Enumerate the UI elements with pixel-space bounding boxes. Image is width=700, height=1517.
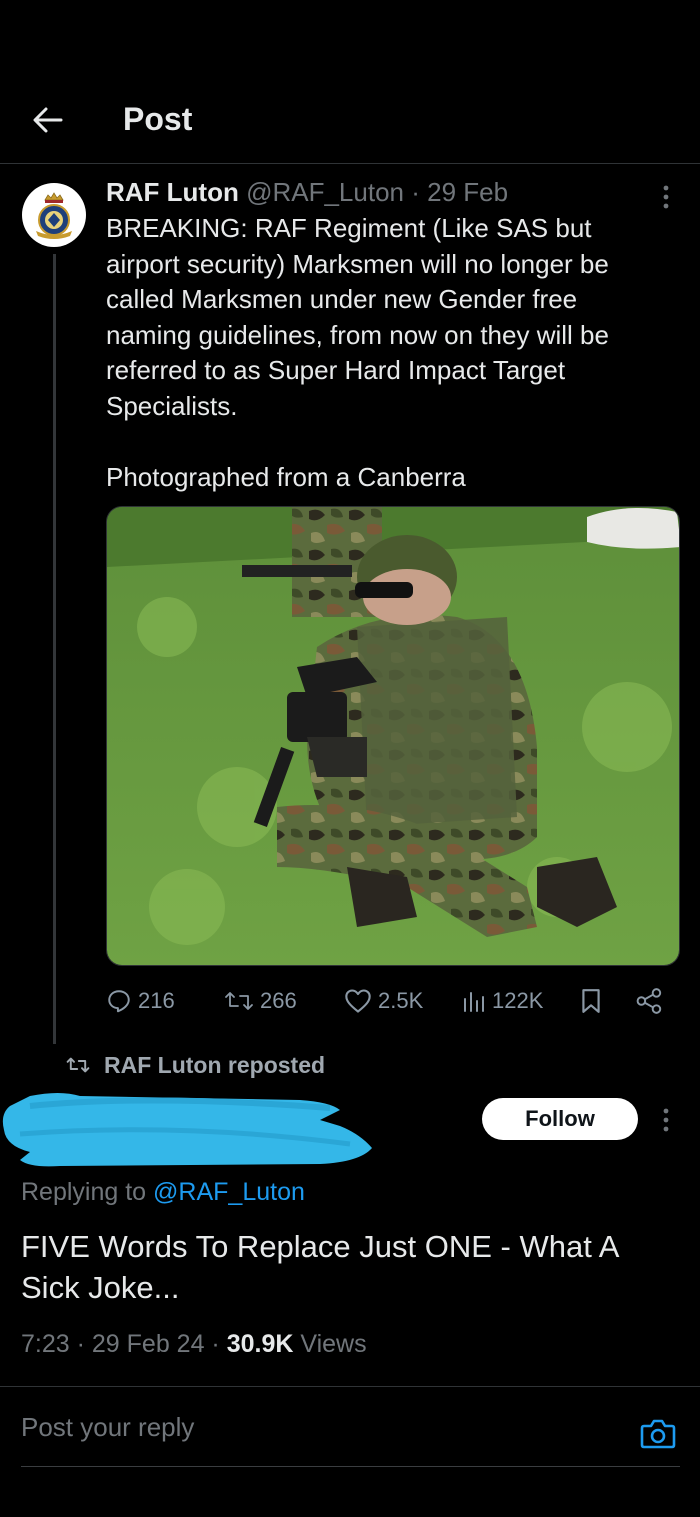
tweet-text-main: BREAKING: RAF Regiment (Like SAS but air…	[106, 213, 609, 421]
arrow-left-icon	[33, 107, 63, 133]
more-options-button[interactable]	[650, 180, 682, 214]
repost-count: 266	[260, 988, 297, 1013]
replying-handle-link[interactable]: @RAF_Luton	[153, 1178, 305, 1206]
share-icon	[636, 988, 662, 1014]
views-label: Views	[293, 1330, 367, 1358]
avatar-raf-luton[interactable]	[22, 183, 86, 247]
engagement-bar: 216 266 2.5K 122K	[106, 983, 680, 1019]
repost-banner-text[interactable]: RAF Luton reposted	[104, 1052, 325, 1079]
photo-soldier-image	[107, 507, 679, 965]
tweet-full-date: · 29 Feb 24 ·	[69, 1330, 227, 1358]
more-options-button-reply[interactable]	[650, 1100, 682, 1140]
replying-prefix: Replying to	[21, 1178, 154, 1206]
redaction-scribble	[2, 1093, 372, 1167]
reply-action[interactable]: 216	[106, 983, 175, 1019]
reply-input-underline	[21, 1466, 680, 1467]
like-count: 2.5K	[378, 988, 424, 1013]
like-action[interactable]: 2.5K	[344, 983, 423, 1019]
top-bar: Post	[0, 0, 700, 164]
repost-banner: RAF Luton reposted	[66, 1049, 325, 1081]
bar-chart-icon	[464, 992, 484, 1012]
repost-icon	[225, 992, 253, 1010]
reply-input[interactable]: Post your reply	[21, 1412, 194, 1443]
heart-icon	[345, 989, 371, 1013]
tweet-time[interactable]: 7:23	[21, 1330, 70, 1358]
main-tweet-text: FIVE Words To Replace Just ONE - What A …	[21, 1229, 618, 1305]
replying-to: Replying to @RAF_Luton	[21, 1178, 305, 1207]
page-title: Post	[123, 101, 193, 137]
author-handle[interactable]: @RAF_Luton	[246, 177, 404, 207]
views-count: 122K	[492, 988, 544, 1013]
more-vertical-icon	[663, 1108, 669, 1132]
camera-icon	[640, 1419, 676, 1449]
tweet-author[interactable]: RAF Luton @RAF_Luton · 29 Feb	[106, 177, 508, 208]
tweet-metadata: 7:23 · 29 Feb 24 · 30.9K Views	[21, 1330, 367, 1359]
tweet-text-second: Photographed from a Canberra	[106, 462, 466, 493]
share-action[interactable]	[636, 983, 664, 1019]
views-action[interactable]: 122K	[462, 983, 543, 1019]
repost-icon	[66, 1057, 90, 1073]
bookmark-action[interactable]	[580, 983, 602, 1019]
post-detail-screen: Post RAF Luton @RAF_Luton · 29 Feb BREAK…	[0, 0, 700, 1517]
divider	[0, 1386, 700, 1387]
tweet-date: · 29 Feb	[404, 177, 509, 207]
reply-count: 216	[138, 988, 175, 1013]
views-total: 30.9K	[226, 1330, 294, 1358]
more-vertical-icon	[663, 185, 669, 209]
back-button[interactable]	[22, 96, 74, 144]
camera-button[interactable]	[638, 1414, 678, 1454]
thread-connector	[53, 254, 56, 1044]
repost-action[interactable]: 266	[224, 983, 297, 1019]
follow-button[interactable]: Follow	[482, 1098, 638, 1140]
reply-icon	[108, 990, 130, 1013]
tweet-photo[interactable]	[106, 506, 680, 966]
crest-icon	[36, 192, 72, 239]
tweet-text: BREAKING: RAF Regiment (Like SAS but air…	[106, 211, 676, 496]
bookmark-icon	[582, 989, 600, 1013]
author-name[interactable]: RAF Luton	[106, 177, 239, 207]
